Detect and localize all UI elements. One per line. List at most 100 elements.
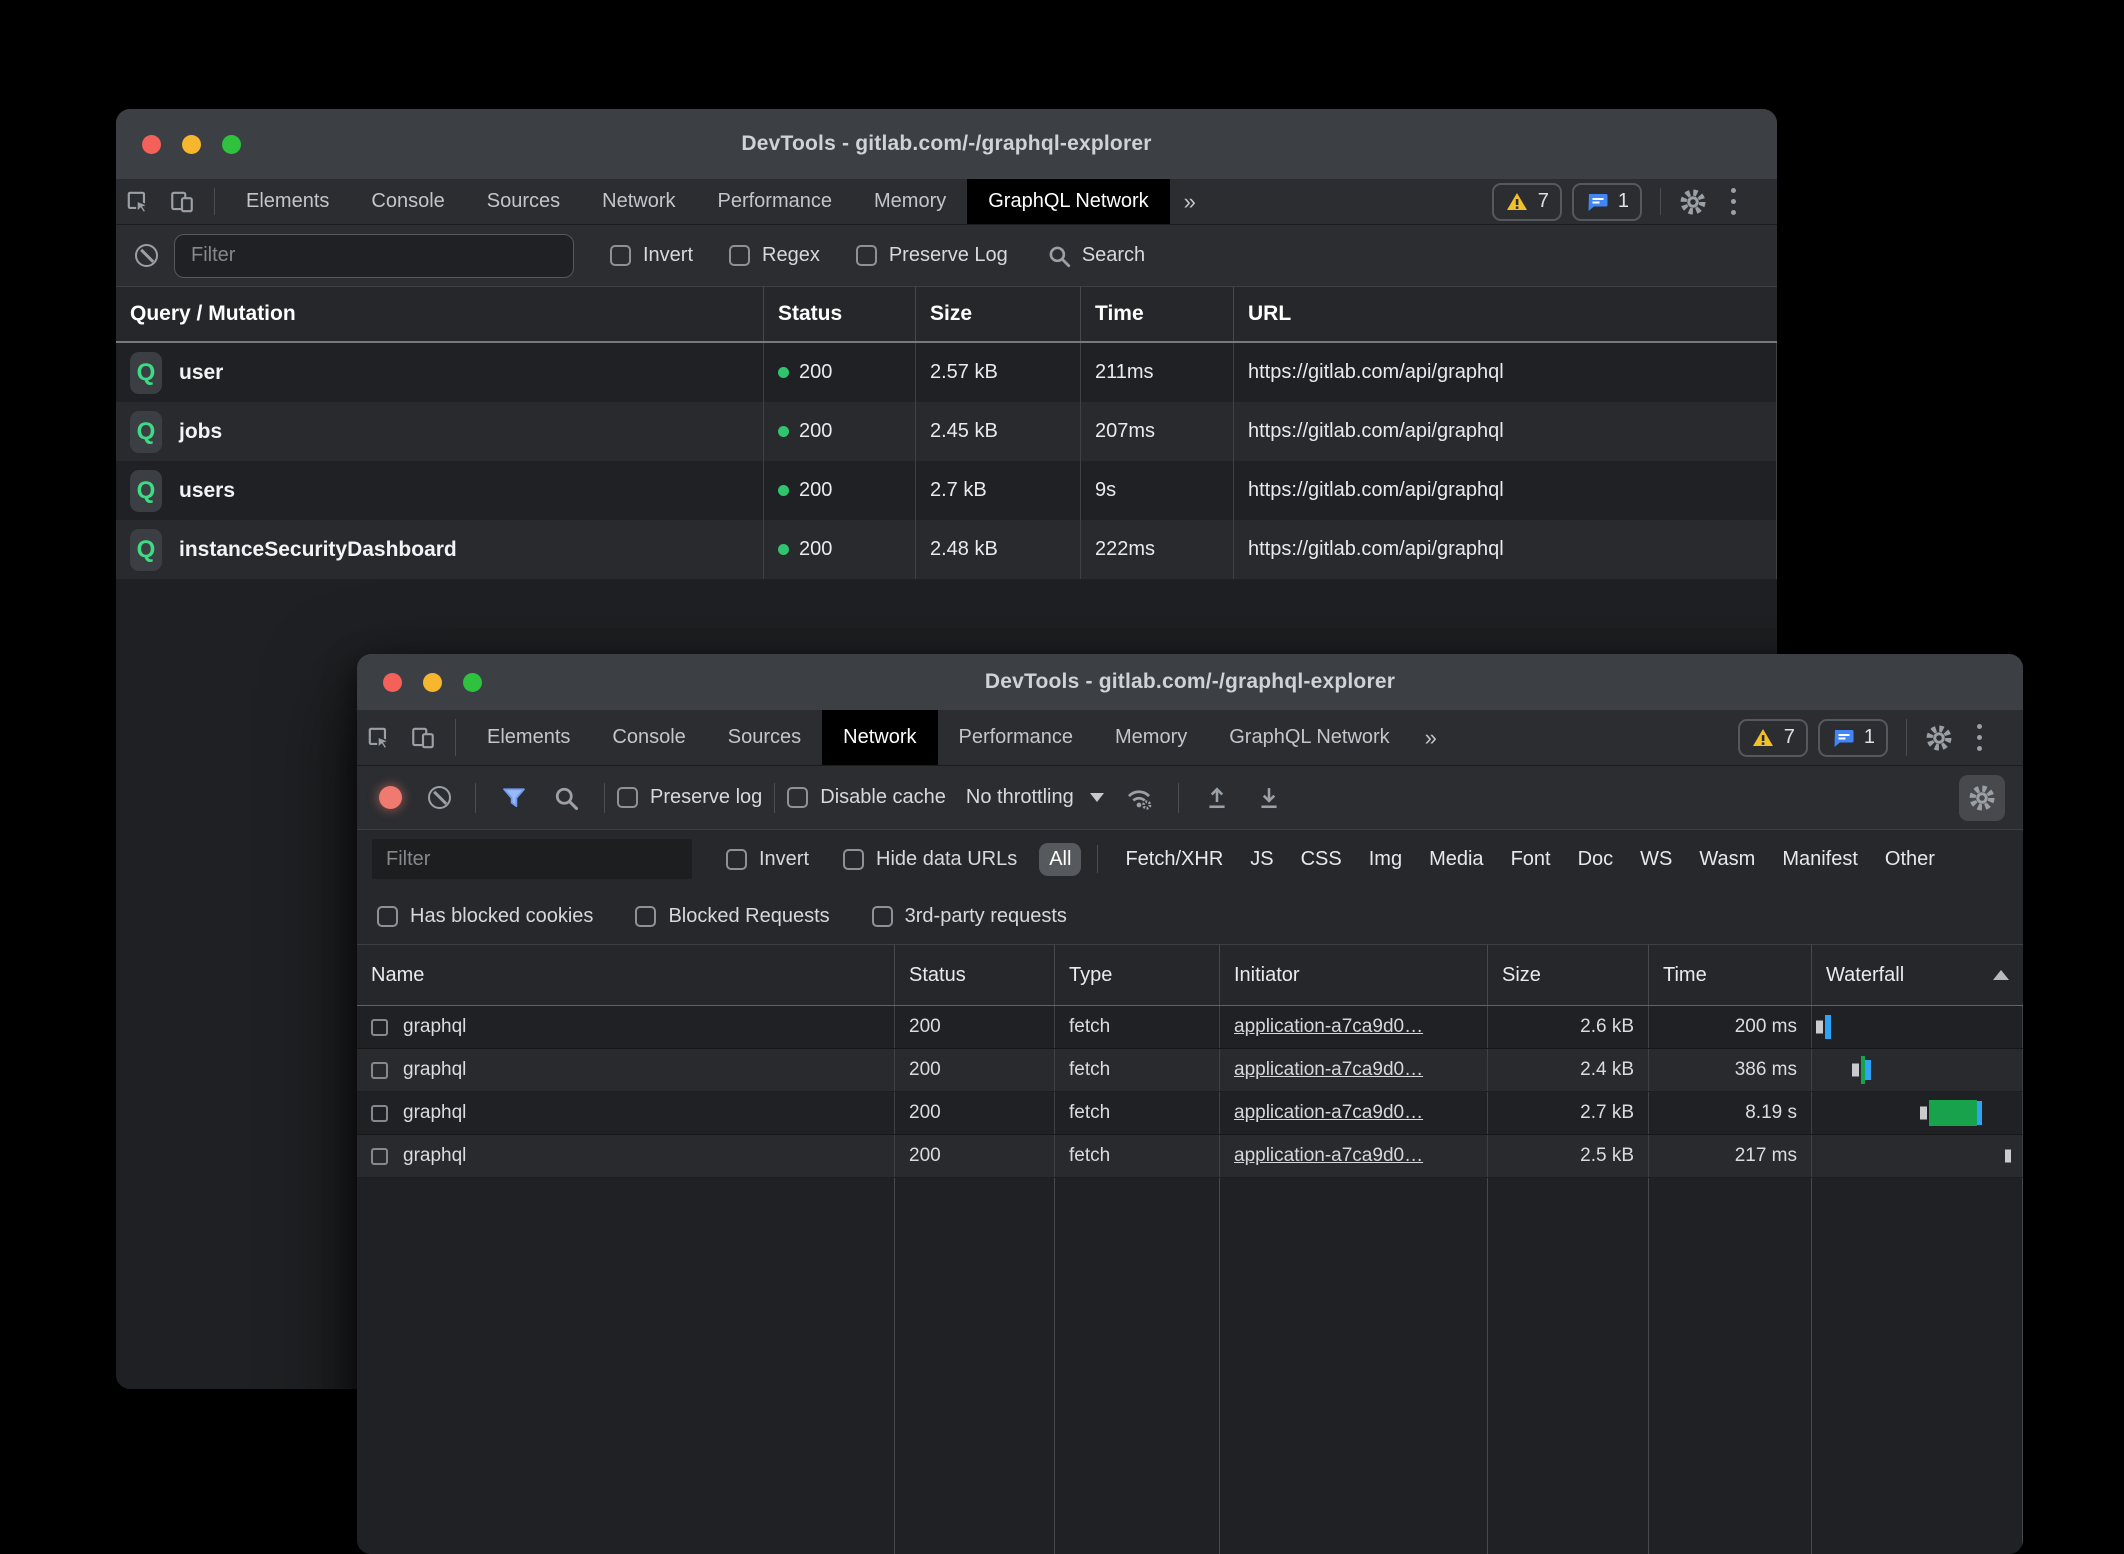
- hide-data-urls-checkbox[interactable]: [843, 849, 864, 870]
- titlebar[interactable]: DevTools - gitlab.com/-/graphql-explorer: [116, 109, 1777, 179]
- table-row[interactable]: Qusers 200 2.7 kB 9s https://gitlab.com/…: [116, 461, 1777, 520]
- tab-sources[interactable]: Sources: [466, 179, 581, 224]
- filter-input[interactable]: [372, 839, 692, 879]
- third-party-requests-checkbox-group[interactable]: 3rd-party requests: [872, 905, 1067, 928]
- network-settings-gear-icon[interactable]: [1959, 775, 2005, 821]
- clear-icon[interactable]: [135, 244, 158, 267]
- table-row[interactable]: graphql 200 fetch application-a7ca9d0… 2…: [357, 1135, 2023, 1178]
- settings-gear-icon[interactable]: [1671, 179, 1715, 224]
- tab-sources[interactable]: Sources: [707, 710, 822, 765]
- tab-console[interactable]: Console: [350, 179, 465, 224]
- filter-chip-all[interactable]: All: [1039, 843, 1081, 876]
- export-har-icon[interactable]: [1243, 784, 1295, 812]
- filter-chip-wasm[interactable]: Wasm: [1699, 848, 1755, 871]
- tab-console[interactable]: Console: [591, 710, 706, 765]
- column-header-url[interactable]: URL: [1234, 287, 1777, 341]
- tab-elements[interactable]: Elements: [466, 710, 591, 765]
- close-button[interactable]: [142, 135, 161, 154]
- more-tabs-icon[interactable]: »: [1411, 710, 1451, 765]
- inspect-element-icon[interactable]: [357, 710, 401, 765]
- blocked-requests-checkbox-group[interactable]: Blocked Requests: [635, 905, 829, 928]
- filter-chip-img[interactable]: Img: [1369, 848, 1402, 871]
- table-row[interactable]: Qjobs 200 2.45 kB 207ms https://gitlab.c…: [116, 402, 1777, 461]
- regex-checkbox-group[interactable]: Regex: [729, 244, 820, 267]
- filter-chip-js[interactable]: JS: [1250, 848, 1273, 871]
- issues-badge[interactable]: 1: [1818, 719, 1888, 757]
- regex-checkbox[interactable]: [729, 245, 750, 266]
- row-checkbox[interactable]: [371, 1019, 388, 1036]
- filter-funnel-icon[interactable]: [488, 784, 540, 812]
- column-header-type[interactable]: Type: [1055, 945, 1220, 1005]
- filter-chip-font[interactable]: Font: [1511, 848, 1551, 871]
- warnings-badge[interactable]: 7: [1492, 183, 1562, 221]
- column-header-time[interactable]: Time: [1649, 945, 1812, 1005]
- column-header-size[interactable]: Size: [1488, 945, 1649, 1005]
- minimize-button[interactable]: [182, 135, 201, 154]
- row-checkbox[interactable]: [371, 1062, 388, 1079]
- invert-checkbox-group[interactable]: Invert: [610, 244, 693, 267]
- tab-performance[interactable]: Performance: [697, 179, 854, 224]
- initiator-link[interactable]: application-a7ca9d0…: [1234, 1016, 1423, 1038]
- table-row[interactable]: QinstanceSecurityDashboard 200 2.48 kB 2…: [116, 520, 1777, 579]
- search-icon[interactable]: [540, 784, 592, 812]
- invert-checkbox-group[interactable]: Invert: [726, 848, 809, 871]
- filter-chip-fetch-xhr[interactable]: Fetch/XHR: [1125, 848, 1223, 871]
- more-tabs-icon[interactable]: »: [1170, 179, 1210, 224]
- search-icon[interactable]: [1046, 243, 1072, 269]
- column-header-name[interactable]: Name: [357, 945, 895, 1005]
- tab-graphql-network[interactable]: GraphQL Network: [1208, 710, 1410, 765]
- preserve-log-checkbox-group[interactable]: Preserve log: [617, 786, 762, 809]
- row-checkbox[interactable]: [371, 1148, 388, 1165]
- filter-chip-media[interactable]: Media: [1429, 848, 1483, 871]
- column-header-status[interactable]: Status: [764, 287, 916, 341]
- row-checkbox[interactable]: [371, 1105, 388, 1122]
- issues-badge[interactable]: 1: [1572, 183, 1642, 221]
- titlebar[interactable]: DevTools - gitlab.com/-/graphql-explorer: [357, 654, 2023, 710]
- column-header-size[interactable]: Size: [916, 287, 1081, 341]
- warnings-badge[interactable]: 7: [1738, 719, 1808, 757]
- search-group[interactable]: Search: [1046, 243, 1145, 269]
- filter-chip-other[interactable]: Other: [1885, 848, 1935, 871]
- table-row[interactable]: Quser 200 2.57 kB 211ms https://gitlab.c…: [116, 343, 1777, 402]
- filter-input[interactable]: [174, 234, 574, 278]
- device-toolbar-icon[interactable]: [160, 179, 204, 224]
- clear-icon[interactable]: [416, 786, 463, 809]
- kebab-menu-icon[interactable]: [1961, 710, 1997, 765]
- disable-cache-checkbox-group[interactable]: Disable cache: [787, 786, 946, 809]
- invert-checkbox[interactable]: [726, 849, 747, 870]
- zoom-button[interactable]: [463, 673, 482, 692]
- invert-checkbox[interactable]: [610, 245, 631, 266]
- tab-performance[interactable]: Performance: [938, 710, 1095, 765]
- preserve-log-checkbox-group[interactable]: Preserve Log: [856, 244, 1008, 267]
- inspect-element-icon[interactable]: [116, 179, 160, 224]
- initiator-link[interactable]: application-a7ca9d0…: [1234, 1102, 1423, 1124]
- throttling-dropdown[interactable]: No throttling: [966, 786, 1104, 809]
- close-button[interactable]: [383, 673, 402, 692]
- column-header-query-mutation[interactable]: Query / Mutation: [116, 287, 764, 341]
- kebab-menu-icon[interactable]: [1715, 179, 1751, 224]
- zoom-button[interactable]: [222, 135, 241, 154]
- filter-chip-ws[interactable]: WS: [1640, 848, 1672, 871]
- third-party-requests-checkbox[interactable]: [872, 906, 893, 927]
- table-row[interactable]: graphql 200 fetch application-a7ca9d0… 2…: [357, 1006, 2023, 1049]
- record-button[interactable]: [379, 786, 402, 809]
- column-header-time[interactable]: Time: [1081, 287, 1234, 341]
- tab-network[interactable]: Network: [581, 179, 696, 224]
- preserve-log-checkbox[interactable]: [856, 245, 877, 266]
- column-header-status[interactable]: Status: [895, 945, 1055, 1005]
- tab-memory[interactable]: Memory: [1094, 710, 1208, 765]
- has-blocked-cookies-checkbox-group[interactable]: Has blocked cookies: [377, 905, 593, 928]
- tab-memory[interactable]: Memory: [853, 179, 967, 224]
- tab-elements[interactable]: Elements: [225, 179, 350, 224]
- column-header-initiator[interactable]: Initiator: [1220, 945, 1488, 1005]
- filter-chip-doc[interactable]: Doc: [1578, 848, 1614, 871]
- tab-graphql-network[interactable]: GraphQL Network: [967, 179, 1169, 224]
- settings-gear-icon[interactable]: [1917, 710, 1961, 765]
- import-har-icon[interactable]: [1191, 784, 1243, 812]
- network-conditions-icon[interactable]: [1112, 783, 1166, 813]
- disable-cache-checkbox[interactable]: [787, 787, 808, 808]
- filter-chip-manifest[interactable]: Manifest: [1782, 848, 1858, 871]
- preserve-log-checkbox[interactable]: [617, 787, 638, 808]
- table-row[interactable]: graphql 200 fetch application-a7ca9d0… 2…: [357, 1092, 2023, 1135]
- initiator-link[interactable]: application-a7ca9d0…: [1234, 1145, 1423, 1167]
